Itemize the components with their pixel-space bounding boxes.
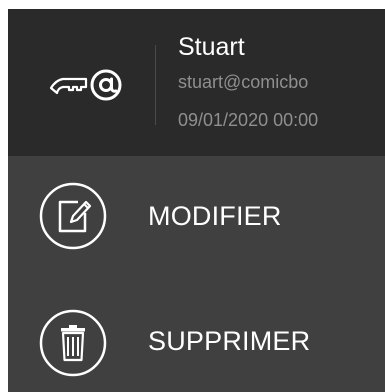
user-name: Stuart <box>178 33 245 61</box>
key-at-icon <box>49 69 122 101</box>
modify-label: MODIFIER <box>148 201 282 231</box>
account-menu-panel: Stuart stuart@comicbo 09/01/2020 00:00 M… <box>8 9 385 392</box>
user-email: stuart@comicbo <box>178 72 309 92</box>
edit-icon <box>39 182 107 250</box>
delete-button[interactable]: SUPPRIMER <box>8 274 385 392</box>
header-divider <box>155 45 156 125</box>
modify-button[interactable]: MODIFIER <box>8 156 385 274</box>
delete-label: SUPPRIMER <box>148 326 311 356</box>
user-datetime: 09/01/2020 00:00 <box>178 110 319 130</box>
trash-icon <box>39 309 107 377</box>
account-header: Stuart stuart@comicbo 09/01/2020 00:00 <box>8 9 385 156</box>
